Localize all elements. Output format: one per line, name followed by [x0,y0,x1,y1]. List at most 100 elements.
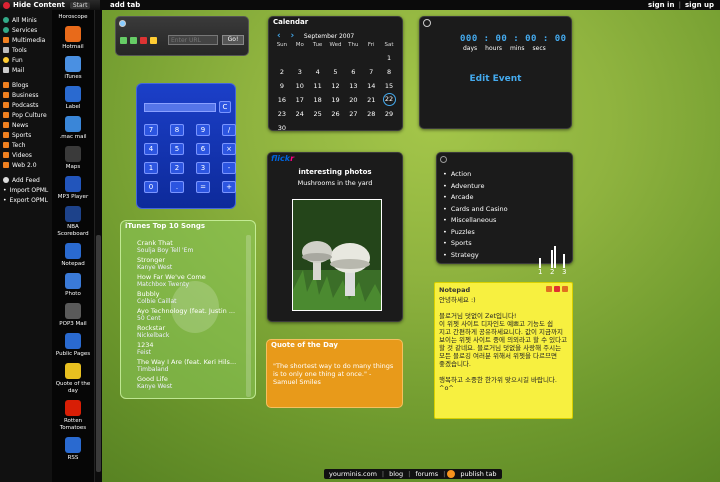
calculator-key[interactable]: / [222,124,236,136]
calculator-key[interactable]: 2 [170,162,184,174]
go-button[interactable]: Go! [222,35,244,45]
sidebar-item-multimedia[interactable]: Multimedia [0,35,52,45]
app-launcher-item[interactable]: Hotmail [52,26,94,51]
calculator-key[interactable]: 8 [170,124,184,136]
song-item[interactable]: The Way I Are (feat. Keri Hils... Timbala… [137,358,249,374]
page-2-button[interactable]: 2 [550,268,554,276]
forums-link[interactable]: forums [410,470,443,478]
song-item[interactable]: Crank That Soulja Boy Tell 'Em [137,239,249,255]
sidebar-item-mail[interactable]: Mail [0,65,52,75]
notepad-text[interactable]: 안녕하세요 :) 블로거님 덧없이 Zet입니다! 이 위젯 사이트 디자인도 … [439,296,569,392]
calendar-day[interactable]: 16 [273,93,291,107]
calendar-day[interactable]: 19 [327,93,345,107]
calculator-key[interactable]: 0 [144,181,158,193]
start-button[interactable]: Start [69,1,91,9]
app-launcher-item[interactable]: Rotten Tomatoes [52,400,94,432]
close-icon[interactable] [554,286,560,292]
games-category-item[interactable]: • Action [440,169,568,181]
hide-content-button[interactable]: Hide Content Start [0,0,100,10]
calculator-key[interactable]: = [196,181,210,193]
feed-item-business[interactable]: Business [0,90,52,100]
calculator-key[interactable]: + [222,181,236,193]
calendar-day[interactable]: 30 [273,121,291,135]
feed-item-podcasts[interactable]: Podcasts [0,100,52,110]
calculator-key[interactable]: . [170,181,184,193]
song-item[interactable]: Bubbly Colbie Caillat [137,290,249,306]
app-launcher-item[interactable]: Maps [52,146,94,171]
clear-button[interactable]: C [219,101,231,113]
calendar-day[interactable]: 24 [291,107,309,121]
song-item[interactable]: Rockstar Nickelback [137,324,249,340]
calculator-key[interactable]: 3 [196,162,210,174]
prev-month-icon[interactable]: ‹ [277,31,281,41]
song-list-scrollbar[interactable] [246,235,251,397]
calendar-day[interactable]: 17 [291,93,309,107]
calendar-day[interactable]: 1 [380,51,398,65]
sign-in-link[interactable]: sign in [648,1,674,9]
feed-item-web-2-0[interactable]: Web 2.0 [0,160,52,170]
app-launcher-item[interactable]: Public Pages [52,333,94,358]
calendar-day[interactable]: 5 [327,65,345,79]
calendar-day[interactable]: 4 [309,65,327,79]
calendar-day[interactable]: 10 [291,79,309,93]
export-opml-button[interactable]: • Export OPML [0,195,52,205]
song-item[interactable]: How Far We've Come Matchbox Twenty [137,273,249,289]
calendar-day[interactable]: 20 [344,93,362,107]
stop-icon[interactable] [140,37,147,44]
site-link[interactable]: yourminis.com [324,470,382,478]
calculator-key[interactable]: 4 [144,143,158,155]
app-launcher-item[interactable]: RSS [52,437,94,462]
song-item[interactable]: Stronger Kanye West [137,256,249,272]
minimize-icon[interactable] [546,286,552,292]
app-launcher-item[interactable]: Label [52,86,94,111]
forward-icon[interactable] [130,37,137,44]
calendar-day[interactable]: 29 [380,107,398,121]
feed-item-videos[interactable]: Videos [0,150,52,160]
sidebar-item-all-minis[interactable]: All Minis [0,15,52,25]
feed-item-news[interactable]: News [0,120,52,130]
games-category-item[interactable]: • Arcade [440,192,568,204]
calendar-day[interactable]: 25 [309,107,327,121]
next-month-icon[interactable]: › [290,31,294,41]
calendar-day[interactable]: 18 [309,93,327,107]
calendar-day[interactable]: 3 [291,65,309,79]
app-launcher-item[interactable]: MP3 Player [52,176,94,201]
calculator-key[interactable]: - [222,162,236,174]
settings-icon[interactable] [562,286,568,292]
app-launcher-item[interactable]: .mac mail [52,116,94,141]
page-3-button[interactable]: 3 [562,268,566,276]
calculator-key[interactable]: × [222,143,236,155]
calculator-key[interactable]: 7 [144,124,158,136]
calendar-day[interactable]: 23 [273,107,291,121]
calendar-day[interactable]: 28 [362,107,380,121]
calendar-day[interactable]: 27 [344,107,362,121]
games-category-item[interactable]: • Cards and Casino [440,204,568,216]
feed-item-pop-culture[interactable]: Pop Culture [0,110,52,120]
sidebar-item-fun[interactable]: Fun [0,55,52,65]
calculator-key[interactable]: 6 [196,143,210,155]
calendar-day[interactable]: 14 [362,79,380,93]
publish-tab-link[interactable]: publish tab [455,470,501,478]
calendar-day[interactable]: 11 [309,79,327,93]
calculator-key[interactable]: 1 [144,162,158,174]
page-1-button[interactable]: 1 [538,268,542,276]
calendar-day[interactable]: 8 [380,65,398,79]
calendar-day[interactable]: 12 [327,79,345,93]
calendar-day[interactable]: 2 [273,65,291,79]
calendar-day[interactable]: 21 [362,93,380,107]
sidebar-item-tools[interactable]: Tools [0,45,52,55]
back-icon[interactable] [120,37,127,44]
calendar-day[interactable]: 9 [273,79,291,93]
feed-item-blogs[interactable]: Blogs [0,80,52,90]
favorite-icon[interactable] [150,37,157,44]
calculator-key[interactable]: 5 [170,143,184,155]
calendar-day[interactable]: 22 [380,93,398,107]
calendar-day[interactable]: 6 [344,65,362,79]
games-category-item[interactable]: • Miscellaneous [440,215,568,227]
app-launcher-item[interactable]: NBA Scoreboard [52,206,94,238]
edit-event-button[interactable]: Edit Event [420,74,571,84]
app-launcher-item[interactable]: iTunes [52,56,94,81]
games-category-item[interactable]: • Puzzles [440,227,568,239]
song-item[interactable]: Ayo Technology (feat. Justin ... 50 Cent [137,307,249,323]
feed-item-sports[interactable]: Sports [0,130,52,140]
